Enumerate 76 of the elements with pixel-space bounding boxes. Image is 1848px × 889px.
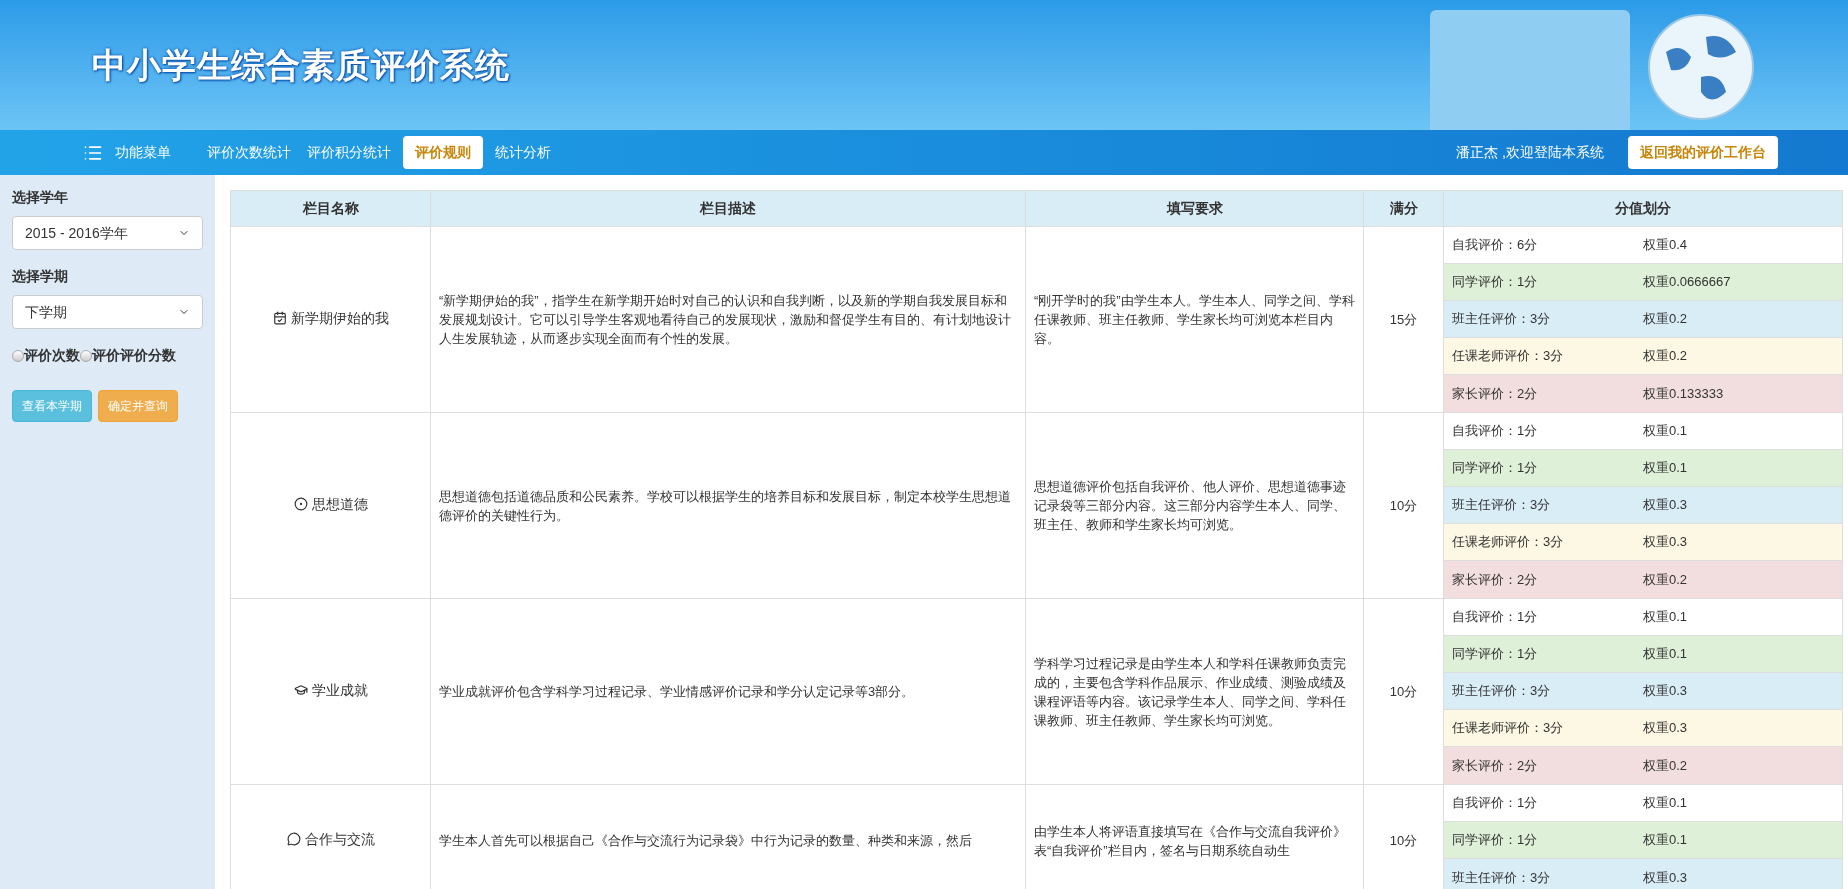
score-label: 任课老师评价：3分 [1452,347,1565,366]
weight-value: 权重0.133333 [1643,384,1724,403]
score-label: 自我评价：1分 [1452,422,1539,441]
weight-value: 权重0.1 [1643,459,1688,478]
weight-value: 权重0.4 [1643,236,1688,255]
score-label: 班主任评价：3分 [1452,496,1552,515]
calendar-check-icon [272,311,287,326]
weight-value: 权重0.3 [1643,496,1688,515]
nav-tab[interactable]: 统计分析 [491,136,555,169]
radio-button[interactable] [80,349,92,362]
weight-value: 权重0.1 [1643,794,1688,813]
year-label: 选择学年 [12,188,69,207]
score-label: 任课老师评价：3分 [1452,719,1565,738]
table-cell: 10分 [1363,412,1444,599]
weight-value: 权重0.1 [1643,608,1688,627]
weight-value: 权重0.2 [1643,347,1688,366]
score-label: 家长评价：2分 [1452,384,1539,403]
menu-label: 功能菜单 [115,143,171,162]
target-icon [293,497,308,512]
table-cell: “刚开学时的我”由学生本人。学生本人、同学之间、学科任课教师、班主任教师、学生家长均可浏览本栏目内容。 [1025,226,1364,413]
table-cell: 15分 [1363,226,1444,413]
table-cell: “新学期伊始的我”，指学生在新学期开始时对自己的认识和自我判断，以及新的学期自我发展目标和发展规划设计。它可以引导学生客观地看待自己的发展现状，激励和督促学生有目的、有计划地设计人生发展轨迹，从而逐步实现全面而有个性的发展。 [430,226,1026,413]
item-name: 学业成就 [311,680,368,700]
action-button[interactable]: 查看本学期 [12,390,92,422]
weight-value: 权重0.0666667 [1643,273,1731,292]
year-select[interactable]: 2015 - 2016学年 [12,216,203,250]
weight-value: 权重0.3 [1643,682,1688,701]
score-label: 同学评价：1分 [1452,645,1539,664]
item-name: 合作与交流 [304,829,375,849]
graduation-cap-icon [293,683,308,698]
weight-value: 权重0.1 [1643,422,1688,441]
column-header: 栏目名称 [230,190,431,227]
score-label: 任课老师评价：3分 [1452,533,1565,552]
radio-button[interactable] [12,349,24,362]
weight-value: 权重0.3 [1643,868,1688,887]
score-label: 班主任评价：3分 [1452,682,1552,701]
score-label: 同学评价：1分 [1452,831,1539,850]
column-header: 填写要求 [1025,190,1364,227]
item-name: 新学期伊始的我 [290,308,389,328]
table-cell: 学业成就评价包含学科学习过程记录、学业情感评价记录和学分认定记录等3部分。 [430,598,1026,785]
term-label: 选择学期 [12,267,69,286]
table-cell: 思想道德评价包括自我评价、他人评价、思想道德事迹记录袋等三部分内容。这三部分内容学生本人、同学、班主任、教师和学生家长均可浏览。 [1025,412,1364,599]
table-cell: 思想道德包括道德品质和公民素养。学校可以根据学生的培养目标和发展目标，制定本校学生思想道德评价的关键性行为。 [430,412,1026,599]
column-header: 分值划分 [1443,190,1843,227]
nav-tab[interactable]: 评价次数统计 [203,136,295,169]
score-label: 班主任评价：3分 [1452,310,1552,329]
weight-value: 权重0.3 [1643,533,1688,552]
speech-bubble-icon [286,832,301,847]
nav-tab[interactable]: 评价规则 [403,136,483,169]
weight-value: 权重0.1 [1643,645,1688,664]
return-workbench-button[interactable]: 返回我的评价工作台 [1628,136,1778,169]
score-label: 班主任评价：3分 [1452,868,1552,887]
weight-value: 权重0.2 [1643,756,1688,775]
score-label: 同学评价：1分 [1452,459,1539,478]
score-label: 同学评价：1分 [1452,273,1539,292]
weight-value: 权重0.1 [1643,831,1688,850]
weight-value: 权重0.2 [1643,570,1688,589]
weight-value: 权重0.3 [1643,719,1688,738]
weight-value: 权重0.2 [1643,310,1688,329]
nav-tab[interactable]: 评价积分统计 [303,136,395,169]
item-name: 思想道德 [311,494,368,514]
term-select[interactable]: 下学期 [12,295,203,329]
score-label: 自我评价：6分 [1452,236,1539,255]
column-header: 满分 [1363,190,1444,227]
table-cell: 学科学习过程记录是由学生本人和学科任课教师负责完成的，主要包含学科作品展示、作业成绩、测验成绩及课程评语等内容。该记录学生本人、同学之间、学科任课教师、班主任教师、学生家长均可浏览。 [1025,598,1364,785]
column-header: 栏目描述 [430,190,1026,227]
table-cell: 10分 [1363,598,1444,785]
score-label: 家长评价：2分 [1452,570,1539,589]
score-label: 自我评价：1分 [1452,608,1539,627]
welcome-text: 潘正杰 ,欢迎登陆本系统 [1456,143,1604,162]
score-label: 家长评价：2分 [1452,756,1539,775]
radio-label: 评价评价分数 [92,346,176,365]
action-button[interactable]: 确定并查询 [98,390,178,422]
radio-label: 评价次数 [24,346,80,365]
score-label: 自我评价：1分 [1452,794,1539,813]
system-title: 中小学生综合素质评价系统 [92,44,511,86]
